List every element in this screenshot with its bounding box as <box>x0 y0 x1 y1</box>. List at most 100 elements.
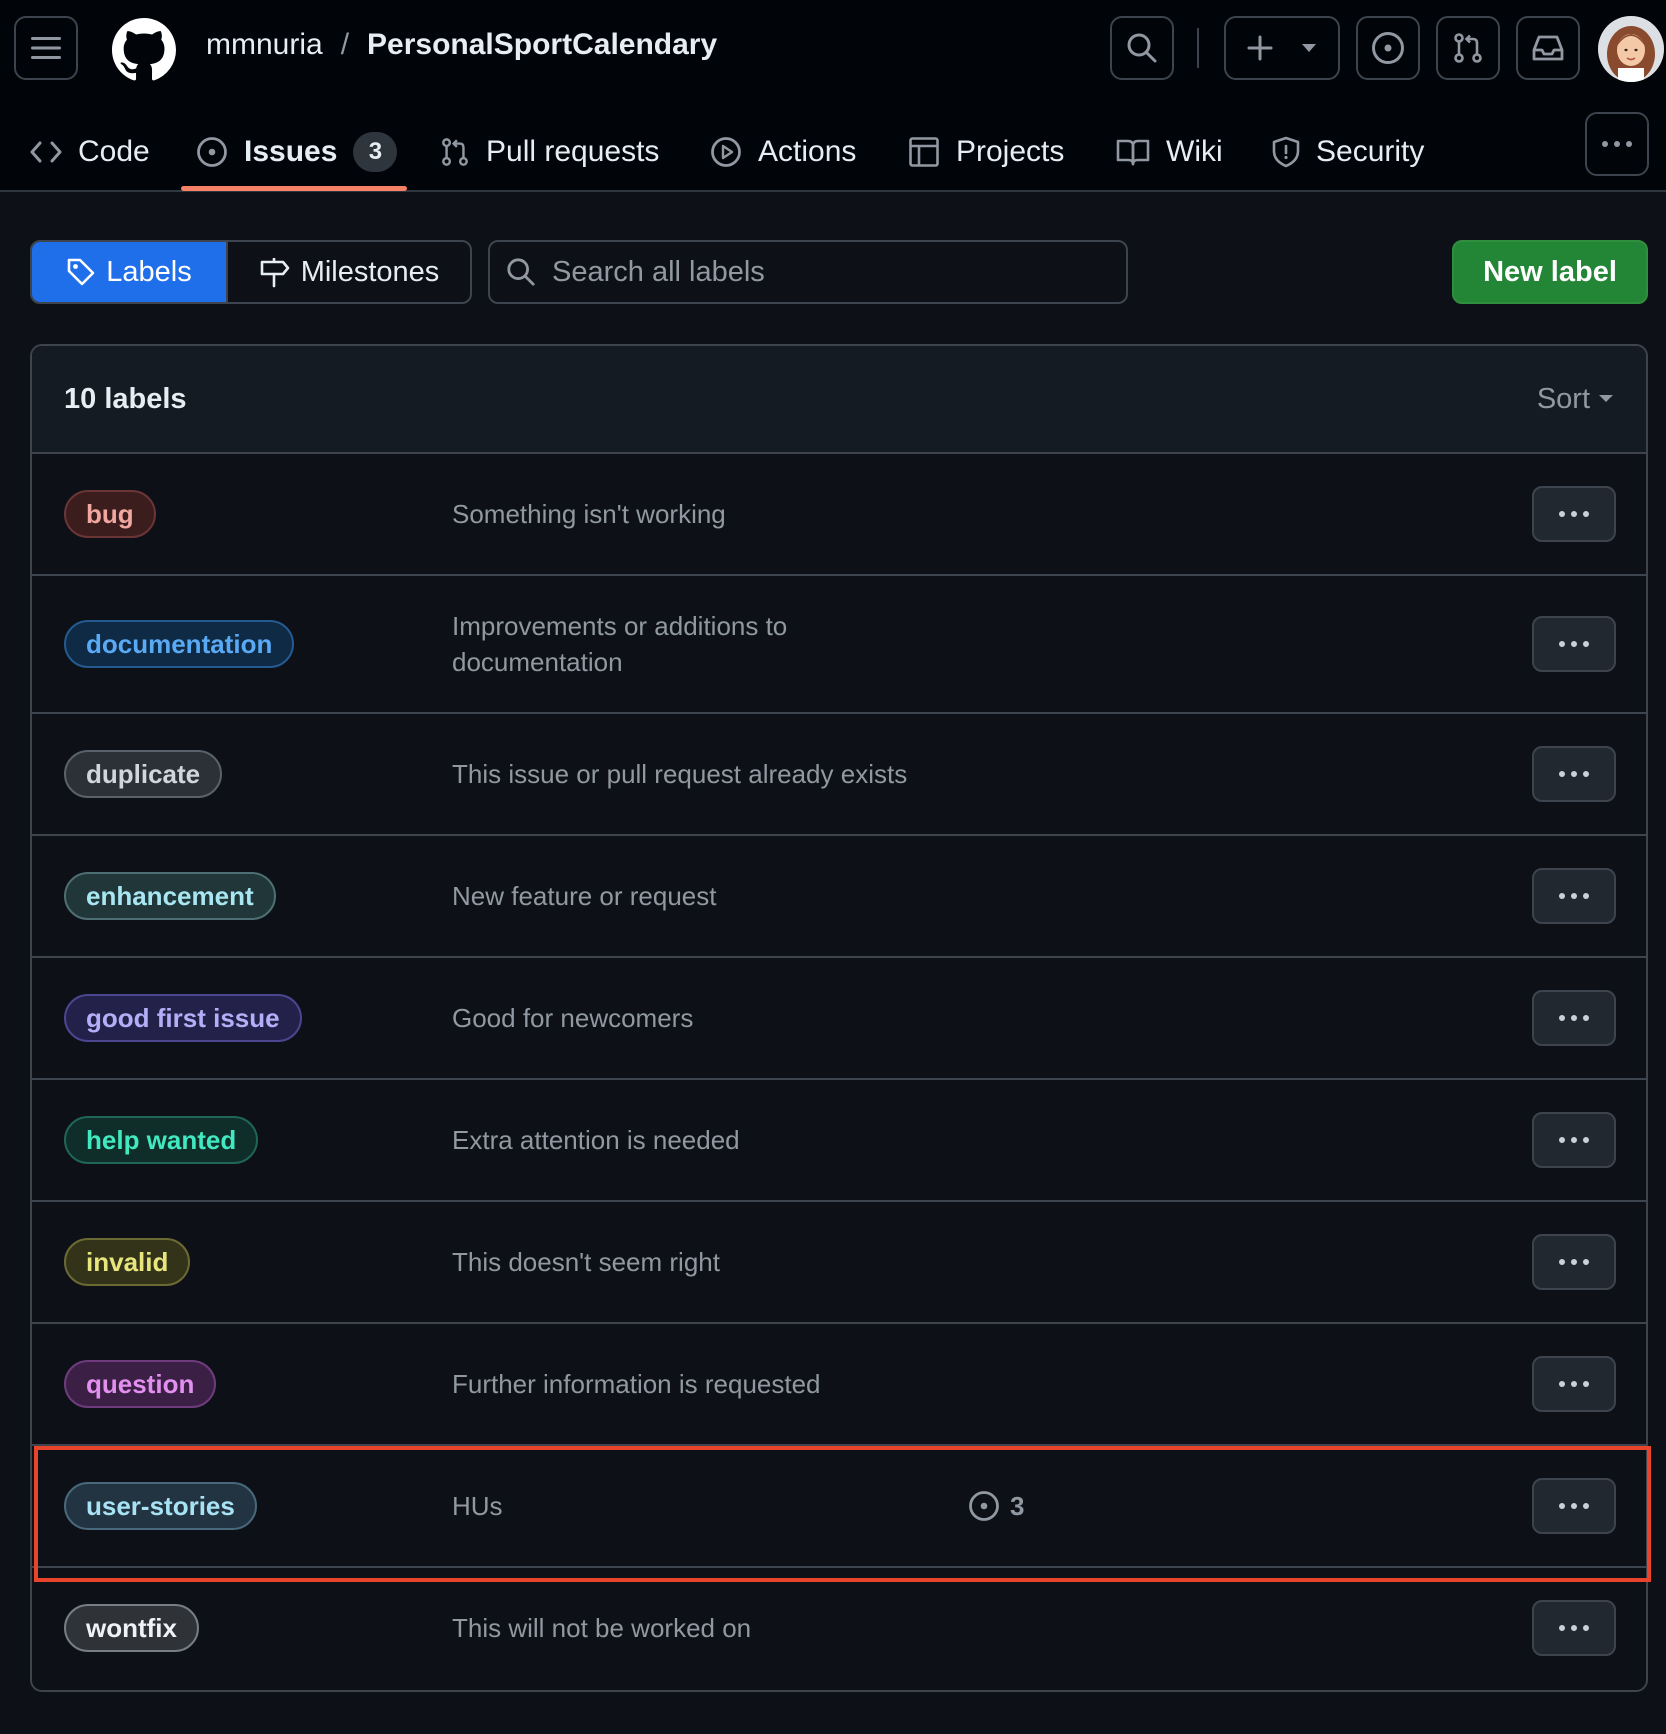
hamburger-icon <box>31 37 61 59</box>
label-pill[interactable]: enhancement <box>64 872 276 920</box>
search-icon <box>507 258 535 286</box>
label-description: This issue or pull request already exist… <box>452 759 908 789</box>
new-label-button[interactable]: New label <box>1452 240 1648 304</box>
label-actions-button[interactable] <box>1532 1112 1616 1168</box>
open-issues-link[interactable]: 3 <box>968 1490 1024 1522</box>
label-pill[interactable]: help wanted <box>64 1116 259 1164</box>
label-actions-button[interactable] <box>1532 868 1616 924</box>
tab-projects[interactable]: Projects <box>908 112 1064 192</box>
table-icon <box>909 137 939 167</box>
label-actions-button[interactable] <box>1532 616 1616 672</box>
inbox-button[interactable] <box>1516 16 1580 80</box>
label-row: invalid This doesn't seem right <box>32 1202 1646 1324</box>
label-row: documentation Improvements or additions t… <box>32 576 1646 714</box>
tab-wiki[interactable]: Wiki <box>1116 112 1223 192</box>
more-tabs-button[interactable] <box>1585 112 1649 176</box>
hamburger-menu-button[interactable] <box>14 16 78 80</box>
kebab-horizontal-icon <box>1602 141 1632 147</box>
label-pill[interactable]: user-stories <box>64 1482 257 1530</box>
labels-list: 10 labels Sort bug Something isn't workin… <box>30 344 1648 1692</box>
labels-milestones-toggle: Labels Milestones <box>30 240 472 304</box>
kebab-horizontal-icon <box>1559 1259 1589 1265</box>
label-pill[interactable]: duplicate <box>64 750 223 798</box>
tab-code-label: Code <box>78 135 150 168</box>
tag-icon <box>67 258 95 286</box>
caret-down-icon <box>1599 395 1613 402</box>
repo-owner-link[interactable]: mmnuria <box>206 28 323 62</box>
kebab-horizontal-icon <box>1559 1503 1589 1509</box>
label-row: bug Something isn't working <box>32 454 1646 576</box>
milestones-tab-button[interactable]: Milestones <box>226 242 470 302</box>
user-avatar[interactable] <box>1598 16 1664 82</box>
sort-dropdown[interactable]: Sort <box>1537 383 1614 416</box>
label-rows: bug Something isn't working documentation I… <box>32 454 1646 1688</box>
kebab-horizontal-icon <box>1559 1381 1589 1387</box>
search-button[interactable] <box>1110 16 1174 80</box>
label-actions-button[interactable] <box>1532 1600 1616 1656</box>
tab-pull-requests[interactable]: Pull requests <box>440 112 659 192</box>
tab-code[interactable]: Code <box>30 112 150 192</box>
issue-opened-icon <box>969 1491 999 1521</box>
label-description: New feature or request <box>452 881 717 911</box>
search-icon <box>1127 33 1157 63</box>
header-divider <box>1197 28 1199 68</box>
label-description: Something isn't working <box>452 499 726 529</box>
label-pill[interactable]: good first issue <box>64 994 302 1042</box>
label-description: Further information is requested <box>452 1369 821 1399</box>
app-header: mmnuria / PersonalSportCalendary Code Is… <box>0 0 1666 192</box>
kebab-horizontal-icon <box>1559 1015 1589 1021</box>
active-tab-indicator <box>181 186 407 191</box>
open-issues-count: 3 <box>1010 1490 1025 1521</box>
label-actions-button[interactable] <box>1532 746 1616 802</box>
label-pill[interactable]: invalid <box>64 1238 191 1286</box>
tab-security[interactable]: Security <box>1272 112 1424 192</box>
kebab-horizontal-icon <box>1559 893 1589 899</box>
inbox-icon <box>1532 35 1564 61</box>
label-pill[interactable]: wontfix <box>64 1604 199 1652</box>
label-row: question Further information is requested <box>32 1324 1646 1446</box>
plus-icon <box>1247 35 1273 61</box>
git-pull-request-icon <box>1454 33 1482 63</box>
tab-security-label: Security <box>1316 135 1425 168</box>
tab-actions[interactable]: Actions <box>710 112 856 192</box>
issue-opened-icon <box>1372 32 1404 64</box>
issues-count-badge: 3 <box>353 132 398 172</box>
label-row: help wanted Extra attention is needed <box>32 1080 1646 1202</box>
label-actions-button[interactable] <box>1532 1234 1616 1290</box>
label-actions-button[interactable] <box>1532 990 1616 1046</box>
tab-projects-label: Projects <box>956 135 1065 168</box>
github-logo-icon[interactable] <box>112 18 176 82</box>
label-pill[interactable]: question <box>64 1360 217 1408</box>
tab-issues[interactable]: Issues 3 <box>196 112 398 192</box>
issues-shortcut-button[interactable] <box>1356 16 1420 80</box>
milestone-icon <box>260 258 289 288</box>
label-row: user-stories HUs 3 <box>32 1446 1646 1568</box>
labels-count-title: 10 labels <box>64 382 187 415</box>
breadcrumb-separator: / <box>340 28 350 61</box>
labels-tab-button[interactable]: Labels <box>32 242 226 302</box>
labels-list-header: 10 labels Sort <box>32 346 1646 454</box>
label-row: good first issue Good for newcomers <box>32 958 1646 1080</box>
milestones-tab-label: Milestones <box>300 255 440 288</box>
labels-tab-label: Labels <box>106 255 192 288</box>
tab-wiki-label: Wiki <box>1166 135 1223 168</box>
pull-requests-shortcut-button[interactable] <box>1436 16 1500 80</box>
label-pill[interactable]: documentation <box>64 620 295 668</box>
create-new-button[interactable] <box>1224 16 1340 80</box>
sort-label: Sort <box>1536 382 1590 415</box>
code-icon <box>30 141 62 163</box>
label-pill[interactable]: bug <box>64 490 156 538</box>
label-description: HUs <box>452 1491 503 1521</box>
repo-name-link[interactable]: PersonalSportCalendary <box>367 28 717 62</box>
label-search-box[interactable] <box>488 240 1128 304</box>
label-actions-button[interactable] <box>1532 486 1616 542</box>
label-row: enhancement New feature or request <box>32 836 1646 958</box>
label-description: Extra attention is needed <box>452 1125 740 1155</box>
kebab-horizontal-icon <box>1559 641 1589 647</box>
label-actions-button[interactable] <box>1532 1478 1616 1534</box>
shield-icon <box>1272 136 1300 168</box>
tab-pull-requests-label: Pull requests <box>486 135 660 168</box>
search-labels-input[interactable] <box>552 255 1092 289</box>
label-actions-button[interactable] <box>1532 1356 1616 1412</box>
tab-issues-label: Issues <box>244 135 338 168</box>
